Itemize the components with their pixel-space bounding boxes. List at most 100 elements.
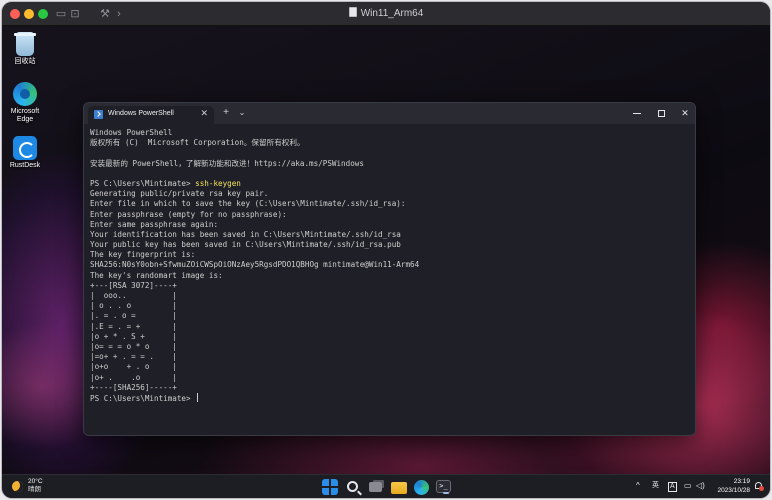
terminal-line: 安装最新的 PowerShell，了解新功能和改进！https://aka.ms… <box>90 159 690 169</box>
vm-title-text: Win11_Arm64 <box>360 8 424 19</box>
terminal-line: Windows PowerShell <box>90 128 690 138</box>
terminal-line: Enter same passphrase again: <box>90 220 690 230</box>
terminal-line: PS C:\Users\Mintimate> ssh-keygen <box>90 179 690 189</box>
terminal-line-text: | o . . o | <box>90 301 177 311</box>
file-explorer-icon[interactable] <box>391 482 407 494</box>
weather-condition: 晴朗 <box>28 486 41 493</box>
tray-overflow-chevron[interactable]: ^ <box>636 480 640 492</box>
clock-time: 23:19 <box>733 478 750 485</box>
terminal-line-text: |o+ . .o | <box>90 372 177 382</box>
terminal-line: |o + * . S + | <box>90 332 690 342</box>
notification-badge <box>759 486 764 491</box>
terminal-line: 版权所有 (C) Microsoft Corporation。保留所有权利。 <box>90 138 690 148</box>
terminal-window[interactable]: Windows PowerShell ✕ + ⌄ ✕ Windows Power… <box>83 102 696 436</box>
terminal-line-text: |o= = = o * o | <box>90 341 177 351</box>
terminal-line: The key's randomart image is: <box>90 271 690 281</box>
vm-title: Win11_Arm64 <box>2 2 770 26</box>
edge-icon <box>13 82 37 106</box>
terminal-line-text: Enter file in which to save the key (C:\… <box>90 199 406 209</box>
rustdesk-icon <box>13 136 37 160</box>
terminal-line: Enter file in which to save the key (C:\… <box>90 199 690 209</box>
vm-window: ▭ ⊡ ⚒ › Win11_Arm64 回收站 Microsoft Edge R… <box>2 2 770 498</box>
terminal-line-text: |. = . o = | <box>90 311 177 321</box>
vm-titlebar: ▭ ⊡ ⚒ › Win11_Arm64 <box>2 2 770 26</box>
maximize-button[interactable] <box>653 106 669 120</box>
terminal-line: |o+ . .o | <box>90 373 690 383</box>
new-tab-button[interactable]: + <box>219 106 233 120</box>
ime-mode-icon[interactable]: A <box>668 482 677 492</box>
minimize-button[interactable] <box>629 106 645 120</box>
notification-icon[interactable] <box>754 481 764 492</box>
terminal-line-text: The key's randomart image is: <box>90 270 223 280</box>
terminal-line-text: +---[RSA 3072]----+ <box>90 280 177 290</box>
terminal-line-text: Your identification has been saved in C:… <box>90 229 401 239</box>
ime-icon[interactable]: 英 <box>652 480 659 492</box>
weather-temp: 20°C <box>28 478 43 485</box>
terminal-line-text: |o + * . S + | <box>90 331 177 341</box>
powershell-icon <box>94 110 103 119</box>
terminal-titlebar[interactable]: Windows PowerShell ✕ + ⌄ ✕ <box>84 103 695 124</box>
desktop-icon-label: 回收站 <box>14 58 36 65</box>
clock-date: 2023/10/28 <box>717 486 750 494</box>
weather-widget[interactable]: 20°C 晴朗 <box>12 478 72 496</box>
desktop-icon-recycle-bin[interactable]: 回收站 <box>2 32 48 66</box>
taskbar: 20°C 晴朗 >_ ^ 英 A ▭ ◁) 23:19 2023/10/28 <box>2 474 770 498</box>
terminal-line-text: |o+o + . o | <box>90 362 177 372</box>
network-icon[interactable]: ▭ <box>684 480 692 492</box>
search-icon[interactable] <box>347 481 358 492</box>
task-view-icon[interactable] <box>369 482 382 492</box>
tab-windows-powershell[interactable]: Windows PowerShell ✕ <box>88 106 214 124</box>
terminal-line: Enter passphrase (empty for no passphras… <box>90 210 690 220</box>
desktop-icon-label: RustDesk <box>9 162 41 169</box>
terminal-output[interactable]: Windows PowerShell 版权所有 (C) Microsoft Cor… <box>90 128 690 428</box>
moon-icon <box>12 481 23 492</box>
terminal-line-text: Enter passphrase (empty for no passphras… <box>90 209 287 219</box>
terminal-line: |o= = = o * o | <box>90 342 690 352</box>
desktop-icon-edge[interactable]: Microsoft Edge <box>2 82 48 124</box>
volume-icon[interactable]: ◁) <box>696 480 705 492</box>
terminal-line: +---[RSA 3072]----+ <box>90 281 690 291</box>
terminal-line-text: Windows PowerShell <box>90 128 173 137</box>
terminal-line-text: Generating public/private rsa key pair. <box>90 189 269 199</box>
terminal-line: | o . . o | <box>90 301 690 311</box>
tab-label: Windows PowerShell <box>108 110 174 117</box>
edge-taskbar-icon[interactable] <box>414 480 429 495</box>
terminal-line-text: PS C:\Users\Mintimate> <box>90 393 196 403</box>
terminal-line-text: Your public key has been saved in C:\Use… <box>90 240 401 250</box>
terminal-command: ssh-keygen <box>195 178 241 188</box>
text-cursor <box>197 392 199 402</box>
terminal-line-text: SHA256:N0sY0obn+SfwmuZOiCWSpOiONzAey5Rgs… <box>90 260 420 270</box>
terminal-line: +----[SHA256]-----+ <box>90 383 690 393</box>
terminal-line: Your identification has been saved in C:… <box>90 230 690 240</box>
terminal-line: Your public key has been saved in C:\Use… <box>90 240 690 250</box>
terminal-line: | ooo.. | <box>90 291 690 301</box>
terminal-line: SHA256:N0sY0obn+SfwmuZOiCWSpOiONzAey5Rgs… <box>90 260 690 270</box>
minimize-icon <box>633 113 641 115</box>
terminal-line: PS C:\Users\Mintimate> <box>90 392 690 403</box>
close-button[interactable]: ✕ <box>677 106 693 120</box>
desktop: 回收站 Microsoft Edge RustDesk Windows Powe… <box>2 26 770 474</box>
tab-dropdown-button[interactable]: ⌄ <box>235 106 249 120</box>
terminal-line-text: 版权所有 (C) Microsoft Corporation。保留所有权利。 <box>90 138 305 148</box>
recycle-bin-icon <box>14 32 36 56</box>
terminal-line: |. = . o = | <box>90 311 690 321</box>
desktop-icon-rustdesk[interactable]: RustDesk <box>2 136 48 170</box>
terminal-taskbar-icon[interactable]: >_ <box>436 480 451 494</box>
desktop-icon-label: Microsoft Edge <box>10 108 40 123</box>
terminal-line-text: |.E = . = + | <box>90 321 177 331</box>
tab-close-button[interactable]: ✕ <box>200 108 208 119</box>
terminal-line: The key fingerprint is: <box>90 250 690 260</box>
terminal-line-text: 安装最新的 PowerShell，了解新功能和改进！https://aka.ms… <box>90 158 364 168</box>
terminal-line-text: +----[SHA256]-----+ <box>90 382 177 392</box>
terminal-line: |.E = . = + | <box>90 322 690 332</box>
maximize-icon <box>657 110 665 118</box>
terminal-line-text: PS C:\Users\Mintimate> <box>90 178 196 188</box>
terminal-line-text: The key fingerprint is: <box>90 250 196 260</box>
terminal-line-text: Enter same passphrase again: <box>90 219 219 229</box>
clock[interactable]: 23:19 2023/10/28 <box>717 478 750 495</box>
document-icon <box>348 7 357 17</box>
terminal-line-text: |=o+ + . = = . | <box>90 352 177 362</box>
start-icon[interactable] <box>322 479 338 495</box>
terminal-line-text: | ooo.. | <box>90 291 177 300</box>
